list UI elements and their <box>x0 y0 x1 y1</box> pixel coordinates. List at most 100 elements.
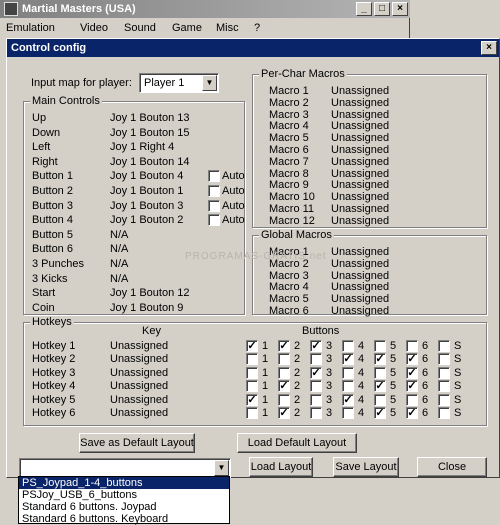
control-binding[interactable]: Joy 1 Bouton 13 <box>110 112 190 125</box>
hotkey-button-label: 1 <box>262 366 269 379</box>
control-binding[interactable]: Joy 1 Bouton 3 <box>110 200 183 213</box>
player-select-value: Player 1 <box>144 77 185 89</box>
close-button[interactable]: Close <box>417 457 487 477</box>
hotkey-button-checkbox[interactable] <box>246 353 258 366</box>
hotkey-button-checkbox[interactable] <box>342 380 354 393</box>
hotkey-button-checkbox[interactable]: ✓ <box>374 407 386 419</box>
layout-select[interactable]: ▼ <box>19 458 231 478</box>
control-binding[interactable]: Joy 1 Bouton 12 <box>110 287 190 300</box>
hotkey-button-checkbox[interactable] <box>438 393 450 406</box>
hotkey-button-checkbox[interactable] <box>438 353 450 366</box>
auto-checkbox[interactable] <box>208 185 220 197</box>
hotkey-key[interactable]: Unassigned <box>110 353 168 366</box>
hotkey-button-checkbox[interactable]: ✓ <box>342 393 354 406</box>
hotkey-button-checkbox[interactable] <box>374 366 386 379</box>
control-binding[interactable]: Joy 1 Bouton 1 <box>110 185 183 198</box>
hotkey-button-checkbox[interactable]: ✓ <box>246 393 258 406</box>
hotkey-key[interactable]: Unassigned <box>110 340 168 353</box>
save-layout-button[interactable]: Save Layout <box>333 457 399 477</box>
hotkey-button-checkbox[interactable] <box>342 407 354 419</box>
control-binding[interactable]: N/A <box>110 229 128 242</box>
hotkey-button-checkbox[interactable]: ✓ <box>342 353 354 366</box>
layout-option[interactable]: PSJoy_USB_6_buttons <box>19 489 229 501</box>
control-binding[interactable]: Joy 1 Bouton 2 <box>110 214 183 227</box>
hotkey-button-checkbox[interactable] <box>310 393 322 406</box>
hotkey-key[interactable]: Unassigned <box>110 367 168 380</box>
hotkey-button-checkbox[interactable]: ✓ <box>374 380 386 393</box>
minimize-button[interactable]: _ <box>356 2 372 16</box>
hotkey-button-label: 4 <box>358 366 365 379</box>
layout-option[interactable]: Standard 6 buttons. Joypad <box>19 501 229 513</box>
hotkey-button-checkbox[interactable] <box>438 380 450 393</box>
hotkey-button-checkbox[interactable] <box>278 393 290 406</box>
close-dialog-button[interactable]: × <box>481 41 497 55</box>
hotkey-button-label: 6 <box>422 366 429 379</box>
hotkey-button-checkbox[interactable] <box>374 340 386 352</box>
player-select[interactable]: Player 1 ▼ <box>139 73 219 93</box>
hotkey-button-label: 1 <box>262 393 269 406</box>
hotkey-button-checkbox[interactable] <box>246 366 258 379</box>
menu-help[interactable]: ? <box>254 19 260 37</box>
hotkey-button-checkbox[interactable]: ✓ <box>310 366 322 379</box>
save-as-default-layout-button[interactable]: Save as Default Layout <box>79 433 195 453</box>
hotkey-button-checkbox[interactable] <box>406 340 418 352</box>
control-binding[interactable]: Joy 1 Bouton 15 <box>110 127 190 140</box>
macro-value[interactable]: Unassigned <box>331 215 389 228</box>
menu-video[interactable]: Video <box>80 19 108 37</box>
hotkey-button-checkbox[interactable]: ✓ <box>278 340 290 352</box>
hotkey-button-checkbox[interactable] <box>310 353 322 366</box>
menu-misc[interactable]: Misc <box>216 19 239 37</box>
hotkey-button-checkbox[interactable]: ✓ <box>246 340 258 352</box>
hotkey-button-checkbox[interactable] <box>278 366 290 379</box>
hotkey-button-checkbox[interactable] <box>342 340 354 352</box>
hotkey-button-checkbox[interactable] <box>438 340 450 352</box>
control-binding[interactable]: N/A <box>110 243 128 256</box>
hotkey-button-checkbox[interactable]: ✓ <box>374 353 386 366</box>
hotkey-button-checkbox[interactable]: ✓ <box>278 407 290 419</box>
menu-emulation[interactable]: Emulation <box>6 19 55 37</box>
hotkey-button-checkbox[interactable]: ✓ <box>278 380 290 393</box>
hotkey-button-checkbox[interactable] <box>342 366 354 379</box>
hotkey-button-checkbox[interactable]: ✓ <box>406 353 418 366</box>
hotkey-key[interactable]: Unassigned <box>110 380 168 393</box>
menu-sound[interactable]: Sound <box>124 19 156 37</box>
hotkey-button-label: 6 <box>422 407 429 419</box>
auto-label: Auto <box>222 214 245 227</box>
hotkey-key[interactable]: Unassigned <box>110 394 168 407</box>
control-binding[interactable]: N/A <box>110 258 128 271</box>
control-binding[interactable]: N/A <box>110 273 128 286</box>
chevron-down-icon[interactable]: ▼ <box>202 75 217 91</box>
hotkey-button-checkbox[interactable] <box>406 393 418 406</box>
control-binding[interactable]: Joy 1 Right 4 <box>110 141 174 154</box>
hotkey-button-checkbox[interactable] <box>246 380 258 393</box>
close-main-button[interactable]: × <box>392 2 408 16</box>
hotkey-button-checkbox[interactable]: ✓ <box>406 380 418 393</box>
layout-option[interactable]: Standard 6 buttons. Keyboard <box>19 513 229 525</box>
auto-checkbox[interactable] <box>208 199 220 212</box>
hotkey-button-checkbox[interactable]: ✓ <box>406 407 418 419</box>
control-binding[interactable]: Joy 1 Bouton 9 <box>110 302 183 315</box>
load-default-layout-button[interactable]: Load Default Layout <box>237 433 357 453</box>
hotkey-button-checkbox[interactable] <box>246 407 258 419</box>
hotkey-key[interactable]: Unassigned <box>110 407 168 420</box>
hotkey-button-checkbox[interactable] <box>374 393 386 406</box>
auto-checkbox[interactable] <box>208 170 220 183</box>
hotkey-button-checkbox[interactable]: ✓ <box>406 366 418 379</box>
control-name: Button 5 <box>32 228 73 241</box>
control-binding[interactable]: Joy 1 Bouton 14 <box>110 156 190 169</box>
load-layout-button[interactable]: Load Layout <box>249 457 313 477</box>
menu-game[interactable]: Game <box>172 19 202 37</box>
hotkey-button-checkbox[interactable] <box>438 407 450 419</box>
auto-checkbox[interactable] <box>208 214 220 227</box>
hotkey-button-checkbox[interactable] <box>278 353 290 366</box>
macro-value[interactable]: Unassigned <box>331 305 389 318</box>
maximize-button[interactable]: □ <box>374 2 390 16</box>
control-name: Button 4 <box>32 214 73 227</box>
layout-option[interactable]: PS_Joypad_1-4_buttons <box>19 477 229 489</box>
hotkey-button-checkbox[interactable] <box>310 380 322 393</box>
hotkey-button-checkbox[interactable] <box>438 366 450 379</box>
chevron-down-icon[interactable]: ▼ <box>214 460 229 476</box>
hotkey-button-checkbox[interactable] <box>310 407 322 419</box>
hotkey-button-checkbox[interactable]: ✓ <box>310 340 322 352</box>
control-binding[interactable]: Joy 1 Bouton 4 <box>110 170 183 183</box>
